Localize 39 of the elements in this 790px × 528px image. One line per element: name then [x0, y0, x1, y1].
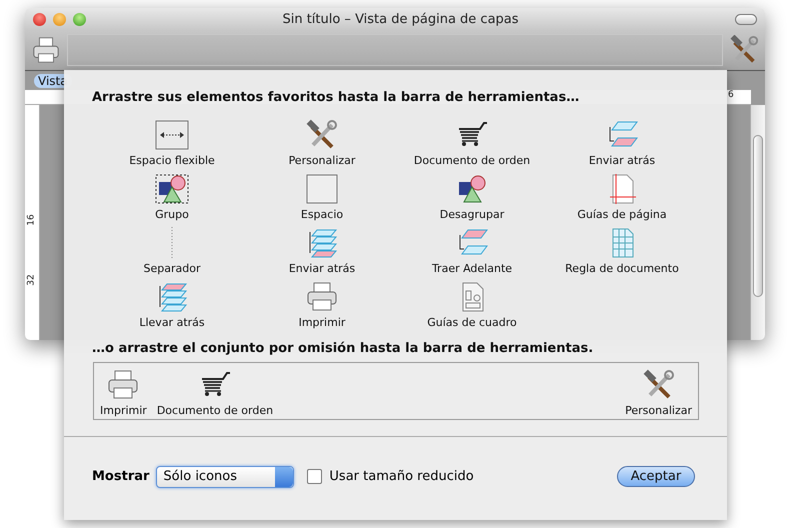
toolbar-item[interactable]: Guías de página [547, 173, 697, 221]
checkbox-label: Usar tamaño reducido [329, 469, 475, 484]
ruler-label: 16 [26, 214, 37, 226]
toolbar-item: Imprimir [100, 369, 147, 417]
toolbar-item[interactable]: Enviar atrás [247, 227, 397, 275]
toolbar-item[interactable]: Traer Adelante [397, 227, 547, 275]
toolbar-item[interactable]: Imprimir [247, 281, 397, 329]
sheet-heading: …o arrastre el conjunto por omisión hasta la barra de herramientas. [91, 340, 594, 356]
toolbar-toggle-button[interactable] [735, 14, 757, 24]
ruler-label: 32 [26, 274, 37, 286]
vertical-scrollbar[interactable] [750, 105, 765, 340]
toolbar-item[interactable]: Enviar atrás [547, 119, 697, 167]
toolbar-item: Personalizar [625, 369, 692, 417]
toolbar-item[interactable]: Regla de documento [547, 227, 697, 275]
toolbar-item[interactable]: Personalizar [247, 119, 397, 167]
hammer-wrench-icon [304, 119, 340, 151]
toolbar-item[interactable]: Grupo [97, 173, 247, 221]
dotted-line-icon [171, 227, 173, 259]
show-label: Mostrar [92, 469, 150, 484]
show-popup[interactable]: Sólo iconos [156, 466, 294, 488]
printer-icon[interactable] [31, 35, 61, 65]
toolbar-item[interactable]: Separador [97, 227, 247, 275]
hammer-wrench-icon[interactable] [729, 35, 759, 65]
toolbar-item[interactable]: Espacio [247, 173, 397, 221]
ruler-label: 6 [728, 90, 734, 100]
toolbar-item[interactable]: Documento de orden [397, 119, 547, 167]
toolbar-item: Documento de orden [156, 369, 274, 417]
shapes-group-icon [154, 173, 190, 205]
square-icon [304, 173, 340, 205]
sheet-heading: Arrastre sus elementos favoritos hasta la barra de herramientas… [91, 89, 580, 105]
toolbar-item[interactable]: Desagrupar [397, 173, 547, 221]
window-title: Sin título – Vista de página de capas [281, 12, 520, 26]
checkbox[interactable] [307, 469, 322, 484]
toolbar-item[interactable]: Llevar atrás [97, 281, 247, 329]
toolbar-item[interactable]: Espacio flexible [97, 119, 247, 167]
accept-button[interactable]: Aceptar [617, 466, 695, 487]
close-button[interactable] [33, 12, 46, 26]
toolbar-item[interactable]: Guías de cuadro [397, 281, 547, 329]
default-set-box[interactable]: Imprimir Documento de orden Personalizar [93, 362, 699, 420]
